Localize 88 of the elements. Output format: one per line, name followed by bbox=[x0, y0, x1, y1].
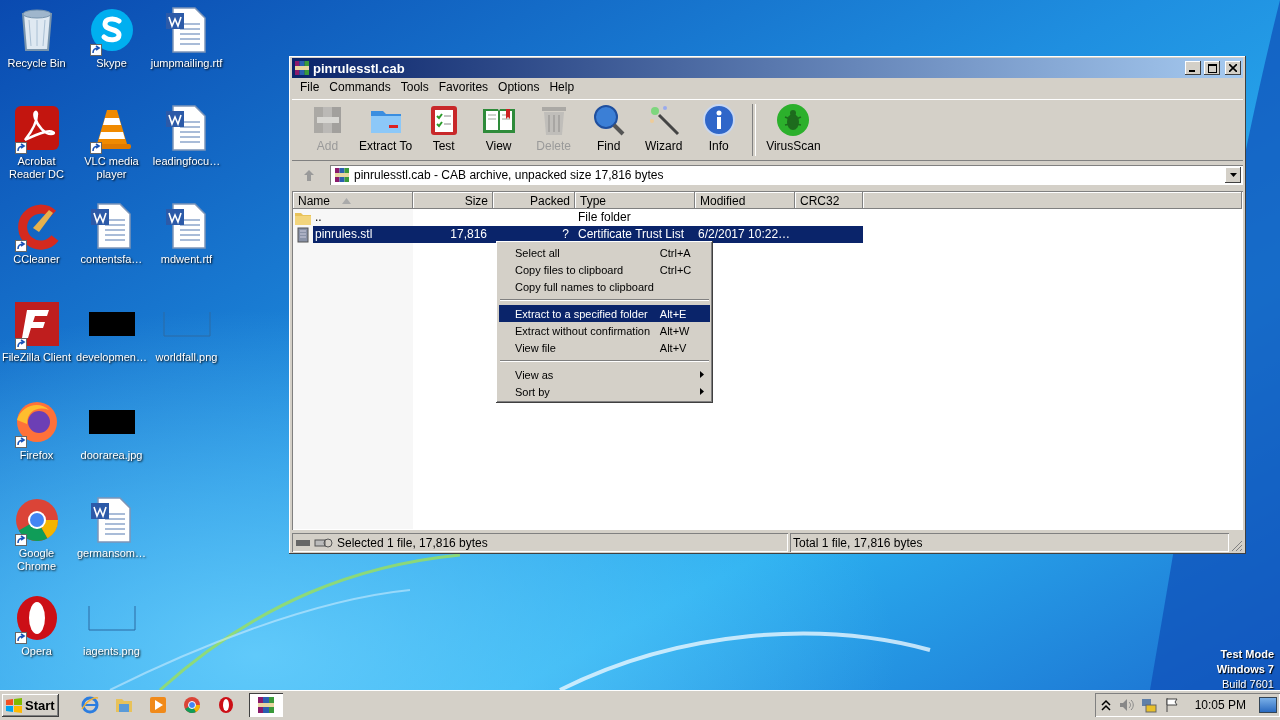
menu-item[interactable]: Extract without confirmation Alt+W bbox=[499, 322, 710, 339]
table-cell-text: 17,816 bbox=[449, 226, 488, 243]
folder-icon bbox=[114, 696, 133, 714]
desktop-icon[interactable]: Skype bbox=[74, 6, 149, 70]
toolbar-button[interactable]: Info bbox=[691, 100, 747, 160]
archive-icon bbox=[334, 167, 350, 183]
submenu-arrow-icon bbox=[699, 371, 704, 378]
dropdown-arrow-icon bbox=[1229, 173, 1237, 177]
desktop-icon[interactable]: FileZilla Client bbox=[0, 300, 74, 364]
play-icon bbox=[148, 696, 167, 714]
column-header[interactable]: Name bbox=[293, 192, 413, 209]
maximize-icon bbox=[1207, 63, 1217, 73]
network-icon bbox=[1140, 697, 1157, 713]
submenu-arrow-icon bbox=[699, 388, 704, 395]
pdf-app-icon bbox=[12, 104, 61, 152]
toolbar-button[interactable]: Extract To bbox=[355, 100, 417, 160]
close-icon bbox=[1229, 64, 1237, 72]
desktop-icon[interactable]: contentsfa… bbox=[74, 202, 149, 266]
status-text: Selected 1 file, 17,816 bytes bbox=[337, 535, 488, 550]
desktop-icon[interactable]: Recycle Bin bbox=[0, 6, 74, 70]
address-field[interactable]: pinrulesstl.cab - CAB archive, unpacked size 17,816 bytes bbox=[330, 165, 1243, 185]
table-cell: .. bbox=[313, 209, 413, 226]
os-notice-text: Windows 7 bbox=[1216, 662, 1274, 677]
search-icon bbox=[591, 103, 626, 137]
drive-icon bbox=[295, 537, 333, 548]
flag-icon bbox=[1163, 697, 1180, 713]
table-cell-text: pinrules.stl bbox=[314, 226, 374, 243]
toolbar-button[interactable]: VirusScan bbox=[762, 100, 825, 160]
window-title: pinrulesstl.cab bbox=[313, 60, 406, 76]
maximize-button[interactable] bbox=[1204, 61, 1220, 75]
table-cell-text: 6/2/2017 10:22… bbox=[697, 226, 792, 243]
show-desktop-button[interactable] bbox=[1259, 697, 1277, 713]
menu-item[interactable]: Copy files to clipboard Ctrl+C bbox=[499, 261, 710, 278]
desktop-icon[interactable]: leadingfocu… bbox=[149, 104, 224, 168]
menu-item[interactable]: View as bbox=[499, 366, 710, 383]
speaker-icon bbox=[1117, 697, 1134, 713]
column-header[interactable]: CRC32 bbox=[795, 192, 863, 209]
up-arrow-icon bbox=[304, 169, 314, 181]
globe-e-icon bbox=[80, 696, 99, 714]
archive-app-icon bbox=[294, 60, 310, 76]
close-button[interactable] bbox=[1225, 61, 1241, 75]
menu-item[interactable]: Sort by bbox=[499, 383, 710, 400]
desktop-icon[interactable]: VLC media player bbox=[74, 104, 149, 181]
desktop-icon[interactable]: developmen… bbox=[74, 300, 149, 364]
table-cell-text: ? bbox=[561, 226, 570, 243]
sort-icon bbox=[342, 197, 351, 204]
os-notice-text: Build 7601 bbox=[1221, 677, 1274, 692]
desktop-icon[interactable]: worldfall.png bbox=[149, 300, 224, 364]
toolbar-button[interactable]: View bbox=[471, 100, 527, 160]
toolbar-button[interactable]: Test bbox=[416, 100, 472, 160]
folder-icon bbox=[295, 210, 311, 225]
menu-item[interactable]: Copy full names to clipboard bbox=[499, 278, 710, 295]
desktop-icon[interactable]: jumpmailing.rtf bbox=[149, 6, 224, 70]
table-cell-text: File folder bbox=[577, 209, 632, 226]
menu-item[interactable]: Commands bbox=[324, 80, 396, 94]
table-cell-text: Certificate Trust List bbox=[577, 226, 686, 243]
desktop-icon[interactable]: mdwent.rtf bbox=[149, 202, 224, 266]
menu-item[interactable]: Select all Ctrl+A bbox=[499, 244, 710, 261]
table-row[interactable]: .. File folder bbox=[313, 209, 863, 226]
desktop-icon[interactable]: Acrobat Reader DC bbox=[0, 104, 74, 181]
info-icon bbox=[701, 103, 736, 137]
chevron-up-icon bbox=[1100, 699, 1111, 711]
column-header[interactable]: Modified bbox=[695, 192, 795, 209]
bug-icon bbox=[776, 103, 811, 137]
toolbar-button[interactable]: Wizard bbox=[636, 100, 692, 160]
column-header[interactable]: Size bbox=[413, 192, 493, 209]
archive-app-icon bbox=[256, 696, 275, 714]
table-row[interactable]: pinrules.stl 17,816 ? Certificate Trust List 6/2/2017 10:22… bbox=[313, 226, 863, 243]
resize-grip-icon bbox=[1231, 540, 1243, 552]
taskbar-button[interactable] bbox=[248, 693, 283, 717]
column-header[interactable]: Type bbox=[575, 192, 695, 209]
clock[interactable]: 10:05 PM bbox=[1194, 698, 1252, 712]
menu-item[interactable]: Favorites bbox=[433, 80, 494, 94]
os-notice-text: Test Mode bbox=[1219, 647, 1274, 662]
toolbar-button[interactable]: Find bbox=[581, 100, 637, 160]
menu-item[interactable]: Tools bbox=[395, 80, 434, 94]
minimize-button[interactable] bbox=[1185, 61, 1201, 75]
status-text: Total 1 file, 17,816 bytes bbox=[793, 535, 923, 550]
file-icon bbox=[295, 226, 311, 243]
desktop-icon[interactable]: CCleaner bbox=[0, 202, 74, 266]
menu-item[interactable]: Options bbox=[493, 80, 545, 94]
windows-logo-icon bbox=[5, 697, 23, 713]
column-header[interactable]: Packed bbox=[493, 192, 575, 209]
menu-item[interactable]: View file Alt+V bbox=[499, 339, 710, 356]
menu-item[interactable]: Extract to a specified folder Alt+E bbox=[499, 305, 710, 322]
menu-item[interactable]: File bbox=[295, 80, 325, 94]
menu-item[interactable]: Help bbox=[544, 80, 580, 94]
start-button[interactable]: Start bbox=[2, 693, 59, 717]
